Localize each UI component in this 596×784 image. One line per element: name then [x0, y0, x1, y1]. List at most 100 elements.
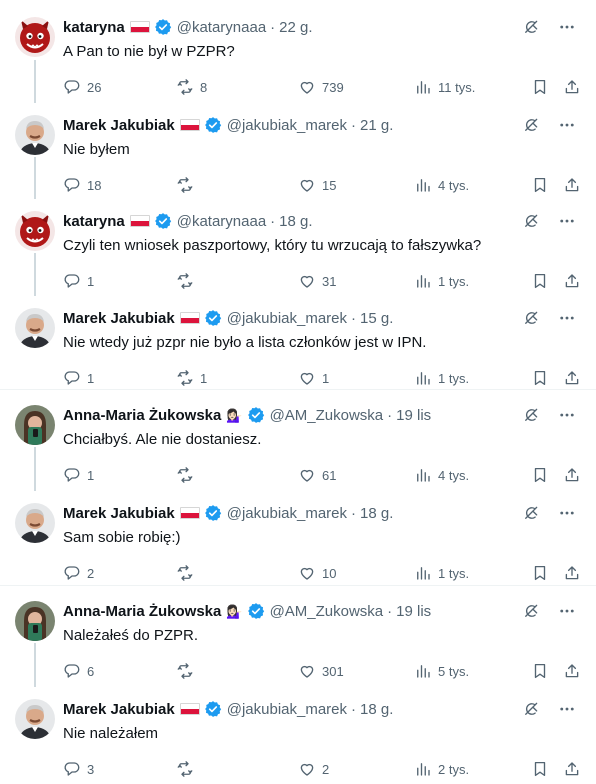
like-button[interactable]: 15 [298, 175, 336, 195]
timestamp[interactable]: 19 lis [396, 603, 431, 620]
reply-button[interactable]: 18 [63, 175, 101, 195]
tweet[interactable]: Marek Jakubiak @jakubiak_marek · 18 g. Nie n… [0, 699, 596, 784]
share-button[interactable] [563, 175, 581, 195]
more-icon[interactable] [558, 18, 576, 36]
grok-icon[interactable] [522, 700, 540, 718]
avatar[interactable] [15, 503, 55, 543]
bookmark-button[interactable] [531, 661, 549, 681]
more-icon[interactable] [558, 212, 576, 230]
bookmark-button[interactable] [531, 271, 549, 291]
grok-icon[interactable] [522, 116, 540, 134]
retweet-button[interactable]: 8 [176, 77, 207, 97]
reply-button[interactable]: 3 [63, 759, 94, 779]
views-button[interactable]: 4 tys. [414, 175, 469, 195]
bookmark-button[interactable] [531, 77, 549, 97]
retweet-button[interactable] [176, 271, 200, 291]
reply-button[interactable]: 1 [63, 368, 94, 388]
views-button[interactable]: 1 tys. [414, 271, 469, 291]
share-button[interactable] [563, 563, 581, 583]
reply-button[interactable]: 6 [63, 661, 94, 681]
share-button[interactable] [563, 271, 581, 291]
verified-badge-icon[interactable] [154, 18, 172, 36]
timestamp[interactable]: 19 lis [396, 407, 431, 424]
bookmark-button[interactable] [531, 465, 549, 485]
like-button[interactable]: 31 [298, 271, 336, 291]
share-button[interactable] [563, 465, 581, 485]
share-button[interactable] [563, 368, 581, 388]
reply-button[interactable]: 1 [63, 271, 94, 291]
like-button[interactable]: 61 [298, 465, 336, 485]
reply-button[interactable]: 26 [63, 77, 101, 97]
share-button[interactable] [563, 77, 581, 97]
verified-badge-icon[interactable] [204, 116, 222, 134]
bookmark-button[interactable] [531, 175, 549, 195]
views-button[interactable]: 1 tys. [414, 563, 469, 583]
like-button[interactable]: 2 [298, 759, 329, 779]
views-button[interactable]: 5 tys. [414, 661, 469, 681]
tweet[interactable]: Marek Jakubiak @jakubiak_marek · 15 g. Nie w… [0, 308, 596, 393]
avatar[interactable] [15, 699, 55, 739]
avatar[interactable] [15, 405, 55, 445]
author-name[interactable]: kataryna [63, 213, 125, 230]
grok-icon[interactable] [522, 18, 540, 36]
author-handle[interactable]: @katarynaaa [177, 19, 266, 36]
tweet[interactable]: Anna-Maria Żukowska 💁🏻‍♀️ @AM_Zukowska · 19 … [0, 405, 596, 490]
share-button[interactable] [563, 759, 581, 779]
like-button[interactable]: 301 [298, 661, 344, 681]
reply-button[interactable]: 1 [63, 465, 94, 485]
reply-button[interactable]: 2 [63, 563, 94, 583]
views-button[interactable]: 4 tys. [414, 465, 469, 485]
avatar[interactable] [15, 211, 55, 251]
bookmark-button[interactable] [531, 368, 549, 388]
retweet-button[interactable] [176, 175, 200, 195]
grok-icon[interactable] [522, 504, 540, 522]
author-handle[interactable]: @jakubiak_marek [227, 117, 347, 134]
retweet-button[interactable]: 1 [176, 368, 207, 388]
avatar[interactable] [15, 308, 55, 348]
grok-icon[interactable] [522, 309, 540, 327]
tweet[interactable]: Marek Jakubiak @jakubiak_marek · 18 g. Sam s… [0, 503, 596, 588]
timestamp[interactable]: 18 g. [279, 213, 312, 230]
views-button[interactable]: 1 tys. [414, 368, 469, 388]
views-button[interactable]: 11 tys. [414, 77, 475, 97]
verified-badge-icon[interactable] [204, 309, 222, 327]
retweet-button[interactable] [176, 563, 200, 583]
author-handle[interactable]: @AM_Zukowska [270, 407, 384, 424]
author-handle[interactable]: @katarynaaa [177, 213, 266, 230]
timestamp[interactable]: 21 g. [360, 117, 393, 134]
tweet[interactable]: Anna-Maria Żukowska 💁🏻‍♀️ @AM_Zukowska · 19 … [0, 601, 596, 686]
more-icon[interactable] [558, 602, 576, 620]
more-icon[interactable] [558, 504, 576, 522]
verified-badge-icon[interactable] [204, 700, 222, 718]
grok-icon[interactable] [522, 406, 540, 424]
author-name[interactable]: Marek Jakubiak [63, 117, 175, 134]
like-button[interactable]: 10 [298, 563, 336, 583]
author-name[interactable]: Marek Jakubiak [63, 505, 175, 522]
verified-badge-icon[interactable] [247, 602, 265, 620]
avatar[interactable] [15, 115, 55, 155]
tweet[interactable]: Marek Jakubiak @jakubiak_marek · 21 g. Nie b… [0, 115, 596, 200]
tweet[interactable]: kataryna @katarynaaa · 18 g. Czyli ten wnios… [0, 211, 596, 296]
verified-badge-icon[interactable] [154, 212, 172, 230]
bookmark-button[interactable] [531, 563, 549, 583]
more-icon[interactable] [558, 309, 576, 327]
author-name[interactable]: Marek Jakubiak [63, 701, 175, 718]
author-name[interactable]: Anna-Maria Żukowska [63, 407, 221, 424]
verified-badge-icon[interactable] [247, 406, 265, 424]
author-name[interactable]: Anna-Maria Żukowska [63, 603, 221, 620]
tweet[interactable]: kataryna @katarynaaa · 22 g. A Pan to nie by… [0, 17, 596, 102]
timestamp[interactable]: 18 g. [360, 505, 393, 522]
like-button[interactable]: 1 [298, 368, 329, 388]
avatar[interactable] [15, 17, 55, 57]
author-handle[interactable]: @AM_Zukowska [270, 603, 384, 620]
more-icon[interactable] [558, 406, 576, 424]
like-button[interactable]: 739 [298, 77, 344, 97]
author-name[interactable]: Marek Jakubiak [63, 310, 175, 327]
author-handle[interactable]: @jakubiak_marek [227, 701, 347, 718]
retweet-button[interactable] [176, 759, 200, 779]
timestamp[interactable]: 15 g. [360, 310, 393, 327]
retweet-button[interactable] [176, 661, 200, 681]
timestamp[interactable]: 22 g. [279, 19, 312, 36]
author-handle[interactable]: @jakubiak_marek [227, 505, 347, 522]
more-icon[interactable] [558, 700, 576, 718]
